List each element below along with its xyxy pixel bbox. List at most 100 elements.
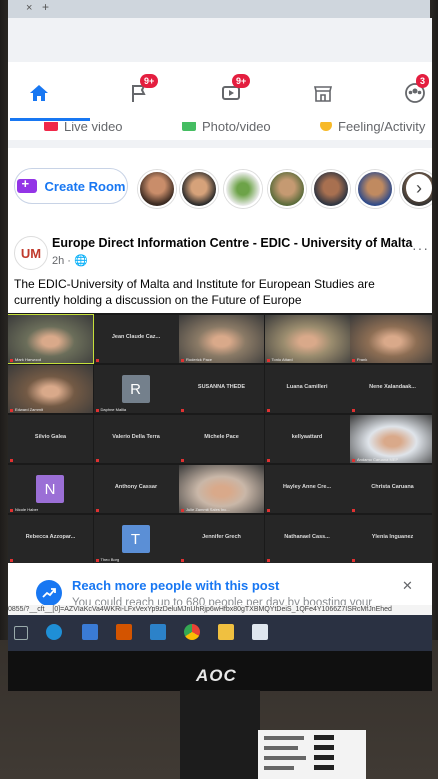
photo-icon — [182, 122, 196, 131]
participant-name: SUSANNA THEDE — [197, 384, 246, 390]
participant-video — [264, 315, 350, 363]
media-icon[interactable] — [116, 624, 132, 640]
post-card: UM Europe Direct Information Centre - ED… — [8, 212, 432, 632]
chrome-icon[interactable] — [184, 624, 200, 640]
store-icon[interactable] — [310, 80, 336, 106]
participant-tile: N Nicole Haber — [8, 465, 93, 513]
paper-mark — [314, 755, 334, 760]
participant-tile: Ylenia Inguanez — [350, 515, 432, 563]
file-explorer-icon[interactable] — [218, 624, 234, 640]
live-video-label: Live video — [64, 122, 123, 134]
new-tab-icon[interactable]: + — [42, 0, 49, 14]
photo-video-label: Photo/video — [202, 122, 271, 134]
store-icon[interactable] — [82, 624, 98, 640]
trending-up-icon — [36, 580, 62, 606]
paper-mark — [314, 765, 334, 770]
room-avatar[interactable] — [312, 170, 350, 208]
muted-mic-icon — [266, 409, 270, 412]
participant-initial: T — [121, 525, 150, 553]
participant-label: Nicole Haber — [15, 507, 39, 512]
participant-tile: Mark Harwood — [8, 314, 94, 364]
participant-tile: Anthony Cassar — [93, 465, 179, 513]
participant-video — [8, 365, 93, 413]
muted-mic-icon — [181, 509, 184, 512]
room-avatar[interactable] — [180, 170, 218, 208]
close-icon[interactable]: ✕ — [402, 578, 413, 594]
tab-close-icon[interactable]: × — [26, 2, 32, 14]
page-logo[interactable]: UM — [14, 236, 48, 270]
photo-video-button[interactable]: Photo/video — [182, 122, 271, 134]
home-icon[interactable] — [26, 80, 52, 106]
participant-label: Tonio Attard — [271, 357, 293, 362]
feeling-icon — [320, 122, 332, 131]
participant-tile: Frank — [350, 315, 432, 363]
muted-mic-icon — [266, 509, 270, 512]
page-name-link[interactable]: Europe Direct Information Centre - EDIC … — [52, 236, 412, 250]
participant-label: Andamo Caruana MEP — [357, 457, 399, 462]
muted-mic-icon — [95, 559, 99, 562]
muted-mic-icon — [10, 509, 13, 512]
room-avatar[interactable] — [356, 170, 394, 208]
boost-title-link[interactable]: Reach more people with this post — [72, 578, 279, 593]
paper-text-line — [264, 746, 298, 750]
participant-tile: Silvio Galea — [8, 415, 93, 463]
feeling-activity-label: Feeling/Activity — [338, 122, 426, 134]
watch-badge: 9+ — [232, 74, 251, 88]
muted-mic-icon — [95, 409, 99, 412]
muted-mic-icon — [352, 559, 355, 562]
app-icon[interactable] — [252, 624, 268, 640]
monitor-stand — [180, 690, 260, 779]
video-plus-icon — [16, 176, 37, 193]
zoom-gallery-view[interactable]: Mark Harwood Jean Claude Caz... Roderick P… — [8, 313, 432, 563]
participant-video — [350, 315, 432, 363]
muted-mic-icon — [266, 559, 270, 562]
create-room-button[interactable]: Create Room — [14, 168, 128, 204]
participant-name: Nene Xalandaak... — [369, 384, 416, 390]
status-url: 0855/?__cft__[0]=AZVIaKcVa4WKRi-LFxVexYp… — [8, 605, 432, 615]
composer-actions: Live video Photo/video Feeling/Activity — [8, 122, 432, 140]
live-video-icon — [44, 122, 58, 131]
participant-tile: Valerio Della Terra — [93, 415, 179, 463]
post-options-icon[interactable]: ··· — [412, 240, 429, 256]
groups-icon[interactable]: 3 — [402, 74, 430, 106]
participant-tile: Hayley Anne Cre... — [264, 465, 350, 513]
participant-name: Christa Caruana — [371, 484, 414, 490]
muted-mic-icon — [10, 359, 13, 362]
muted-mic-icon — [266, 459, 270, 462]
participant-initial: R — [121, 375, 150, 403]
rooms-bar: Create Room › — [8, 148, 432, 218]
participant-video — [179, 465, 264, 513]
task-view-icon[interactable] — [14, 626, 28, 640]
room-avatar[interactable] — [268, 170, 306, 208]
room-avatar[interactable] — [138, 170, 176, 208]
mail-icon[interactable] — [150, 624, 166, 640]
post-timestamp[interactable]: 2h · 🌐 — [52, 254, 88, 267]
participant-tile: Nathanael Cass... — [264, 515, 350, 563]
participant-name: Luana Camilleri — [286, 384, 328, 390]
muted-mic-icon — [352, 409, 355, 412]
participant-tile: R Daphne Mallia — [93, 365, 179, 413]
muted-mic-icon — [10, 459, 13, 462]
participant-name: Rebecca Azzopar... — [25, 534, 76, 540]
participant-tile: kellyaattard — [264, 415, 350, 463]
rooms-next-button[interactable]: › — [406, 174, 432, 202]
muted-mic-icon — [352, 459, 355, 462]
participant-video — [8, 315, 93, 363]
participant-label: Edward Zammit — [15, 407, 44, 412]
flag-icon[interactable]: 9+ — [126, 74, 159, 106]
participant-video — [179, 315, 264, 363]
feeling-activity-button[interactable]: Feeling/Activity — [320, 122, 425, 134]
participant-tile: Jennifer Grech — [179, 515, 264, 563]
edge-icon[interactable] — [46, 624, 62, 640]
participant-tile: T Theo Borg — [93, 515, 179, 563]
paper-text-line — [264, 756, 306, 760]
room-avatar[interactable] — [224, 170, 262, 208]
participant-label: Frank — [357, 357, 368, 362]
paper-sheet — [258, 730, 366, 779]
video-icon[interactable]: 9+ — [218, 74, 251, 106]
facebook-top-nav: 9+ 9+ 3 — [8, 62, 432, 122]
live-video-button[interactable]: Live video — [44, 122, 123, 134]
muted-mic-icon — [95, 359, 99, 362]
participant-tile: Roderick Pace — [179, 315, 264, 363]
paper-text-line — [264, 736, 304, 740]
